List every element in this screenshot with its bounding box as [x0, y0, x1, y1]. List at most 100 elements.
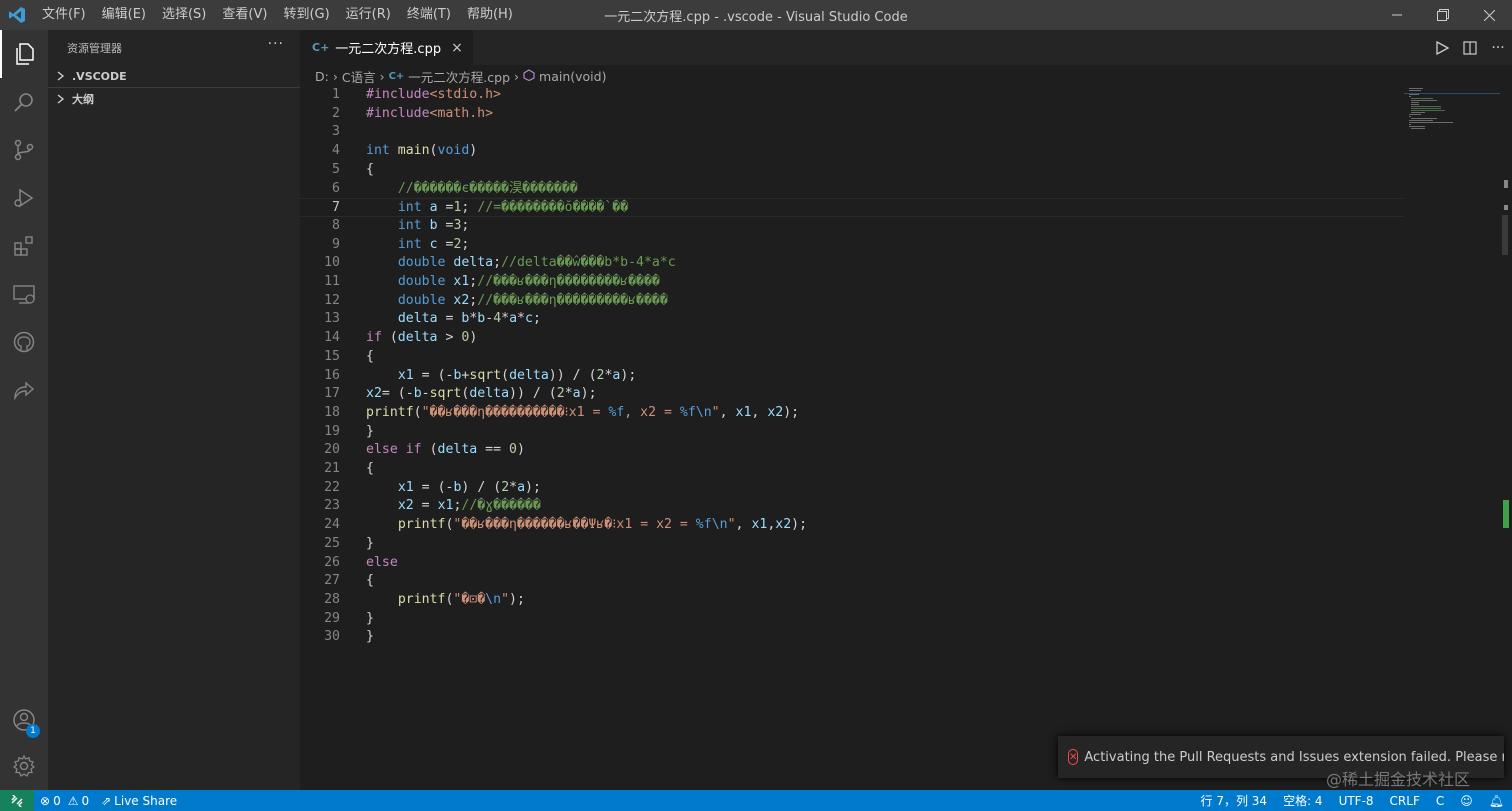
line-number: 30	[324, 629, 340, 645]
code-line[interactable]: 10 double delta;//delta��ŵ���b*b-4*a*c	[300, 254, 1404, 273]
code-line[interactable]: 28 printf("�⊡�\n");	[300, 591, 1404, 610]
code-line[interactable]: 7 int a =1; //=��������ŏ����`��	[300, 198, 1404, 217]
code-line[interactable]: 16 x1 = (-b+sqrt(delta)) / (2*a);	[300, 367, 1404, 386]
line-number: 2	[332, 105, 340, 121]
code-line[interactable]: 11 double x1;//���ʁ���η��������ʁ����	[300, 273, 1404, 292]
menu-selection[interactable]: 选择(S)	[154, 0, 214, 30]
minimap[interactable]	[1404, 85, 1500, 145]
code-line[interactable]: 20 else if (delta == 0)	[300, 441, 1404, 460]
code-line[interactable]: 1 #include<stdio.h>	[300, 86, 1404, 105]
encoding[interactable]: UTF-8	[1331, 794, 1382, 808]
chevron-right-icon	[54, 94, 68, 104]
code-text: printf("�⊡�\n");	[397, 591, 525, 607]
menu-view[interactable]: 查看(V)	[214, 0, 275, 30]
line-number: 8	[332, 217, 340, 233]
restore-button[interactable]	[1420, 0, 1466, 30]
indentation[interactable]: 空格: 4	[1275, 792, 1331, 809]
run-file-icon[interactable]	[1428, 30, 1456, 65]
close-tab-icon[interactable]: ×	[451, 40, 463, 56]
breadcrumb: D: › C语言 › C+ 一元二次方程.cpp › main(void)	[300, 65, 1512, 87]
code-text: x2= (-b-sqrt(delta)) / (2*a);	[366, 386, 597, 402]
code-line[interactable]: 23 x2 = x1;//�ɣ������	[300, 497, 1404, 516]
remote-explorer-icon[interactable]	[0, 270, 48, 318]
split-editor-icon[interactable]	[1456, 30, 1484, 65]
line-number: 26	[324, 554, 340, 570]
code-line[interactable]: 13 delta = b*b-4*a*c;	[300, 310, 1404, 329]
breadcrumb-file[interactable]: 一元二次方程.cpp	[408, 67, 510, 86]
run-debug-icon[interactable]	[0, 174, 48, 222]
explorer-icon[interactable]	[0, 30, 48, 78]
account-icon[interactable]: 1	[0, 696, 48, 744]
editor-actions: ···	[1428, 30, 1512, 65]
code-line[interactable]: 3	[300, 123, 1404, 142]
problems-indicator[interactable]: ⊗ 0 ⚠ 0	[34, 794, 95, 808]
search-icon[interactable]	[0, 78, 48, 126]
code-line[interactable]: 21 {	[300, 460, 1404, 479]
line-number: 1	[332, 87, 340, 102]
cursor-position[interactable]: 行 7，列 34	[1193, 792, 1276, 809]
code-line[interactable]: 25}	[300, 535, 1404, 554]
code-line[interactable]: 19}	[300, 423, 1404, 442]
code-line[interactable]: 8 int b =3;	[300, 217, 1404, 236]
live-share-icon[interactable]	[0, 366, 48, 414]
code-text: double x1;//���ʁ���η��������ʁ����	[397, 274, 660, 289]
code-text: int main(void)	[366, 143, 478, 159]
code-editor[interactable]: 1 #include<stdio.h> 2 #include<math.h> 3 4 int…	[300, 85, 1404, 685]
menu-run[interactable]: 运行(R)	[338, 0, 399, 30]
live-share-button[interactable]: ⇗ Live Share	[95, 794, 183, 808]
code-line[interactable]: 12 double x2;//���ʁ���η���������ʁ����	[300, 292, 1404, 311]
tab-active-file[interactable]: C+ 一元二次方程.cpp ×	[300, 30, 473, 65]
remote-indicator-icon[interactable]	[0, 790, 34, 811]
line-number: 18	[324, 404, 340, 420]
menu-help[interactable]: 帮助(H)	[459, 0, 521, 30]
window-controls	[1374, 0, 1512, 30]
extensions-icon[interactable]	[0, 222, 48, 270]
breadcrumb-symbol[interactable]: main(void)	[539, 69, 606, 84]
code-line[interactable]: 5{	[300, 161, 1404, 180]
live-share-icon: ⇗	[101, 793, 112, 808]
github-icon[interactable]	[0, 318, 48, 366]
code-text: #include<math.h>	[366, 105, 494, 121]
close-window-button[interactable]	[1466, 0, 1512, 30]
outline-section[interactable]: 大纲	[48, 88, 300, 110]
code-line[interactable]: 26 else	[300, 554, 1404, 573]
line-ending[interactable]: CRLF	[1382, 794, 1428, 808]
breadcrumb-drive[interactable]: D:	[315, 69, 329, 84]
notifications-bell-icon[interactable]: 🔔︎	[1481, 794, 1512, 808]
more-actions-button[interactable]: ···	[268, 36, 284, 52]
language-mode[interactable]: C	[1428, 794, 1452, 808]
code-line[interactable]: 18 printf("��ʁ���η����������⁝x1 = %f, x2 …	[300, 404, 1404, 423]
code-line[interactable]: 6 //������є�����淏�������	[300, 180, 1404, 199]
line-number: 14	[324, 330, 340, 346]
code-line[interactable]: 2 #include<math.h>	[300, 105, 1404, 124]
tab-label: 一元二次方程.cpp	[335, 42, 442, 57]
editor-more-icon[interactable]: ···	[1484, 30, 1512, 65]
code-line[interactable]: 24 printf("��ʁ���η������ʁ��Ψʁ�⁝x1 = x2 =…	[300, 516, 1404, 535]
feedback-icon[interactable]: ☺	[1452, 794, 1481, 808]
settings-gear-icon[interactable]	[0, 742, 48, 790]
code-line[interactable]: 27 {	[300, 572, 1404, 591]
code-line[interactable]: 4 int main(void)	[300, 142, 1404, 161]
code-line[interactable]: 17 x2= (-b-sqrt(delta)) / (2*a);	[300, 385, 1404, 404]
code-line[interactable]: 14 if (delta > 0)	[300, 329, 1404, 348]
source-control-icon[interactable]	[0, 126, 48, 174]
activity-bar: 1	[0, 30, 48, 790]
vertical-scrollbar[interactable]	[1500, 85, 1512, 790]
code-line[interactable]: 30}	[300, 628, 1404, 647]
code-line[interactable]: 29}	[300, 610, 1404, 629]
breadcrumb-folder[interactable]: C语言	[342, 67, 376, 86]
code-line[interactable]: 22 x1 = (-b) / (2*a);	[300, 479, 1404, 498]
minimize-button[interactable]	[1374, 0, 1420, 30]
code-line[interactable]: 9 int c =2;	[300, 236, 1404, 255]
line-number: 22	[324, 479, 340, 495]
line-number: 6	[332, 180, 340, 196]
menu-terminal[interactable]: 终端(T)	[399, 0, 459, 30]
code-text: {	[366, 348, 374, 364]
line-number: 19	[324, 423, 340, 439]
folder-section-vscode[interactable]: .VSCODE	[48, 65, 300, 87]
menu-go[interactable]: 转到(G)	[275, 0, 337, 30]
menu-file[interactable]: 文件(F)	[34, 0, 94, 30]
title-bar: 文件(F) 编辑(E) 选择(S) 查看(V) 转到(G) 运行(R) 终端(T…	[0, 0, 1512, 30]
code-line[interactable]: 15 {	[300, 348, 1404, 367]
menu-edit[interactable]: 编辑(E)	[94, 0, 154, 30]
